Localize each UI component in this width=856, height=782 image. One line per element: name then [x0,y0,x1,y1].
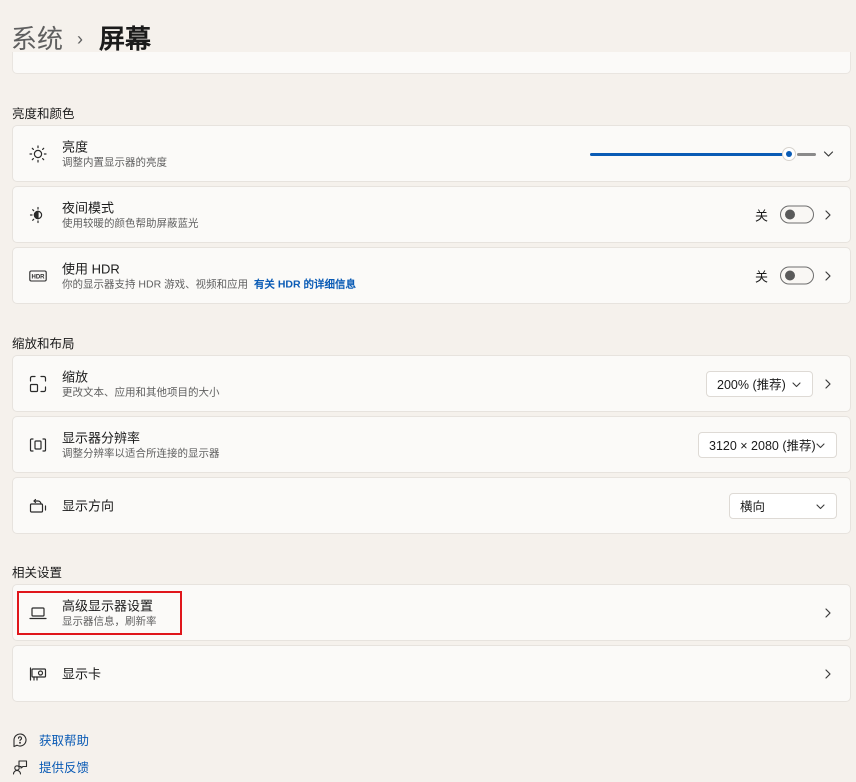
resolution-card: 显示器分辨率 调整分辨率以适合所连接的显示器 3120 × 2080 (推荐) [12,416,851,473]
resolution-icon [29,436,47,454]
help-icon [12,732,28,748]
graphics-card[interactable]: 显示卡 [12,645,851,702]
hdr-title: 使用 HDR [62,261,120,276]
brightness-card: 亮度 调整内置显示器的亮度 [12,125,851,182]
sun-icon [29,144,47,163]
scale-value: 200% (推荐) [717,378,786,392]
chevron-down-icon [792,380,801,389]
chevron-right-icon[interactable] [823,270,833,281]
hdr-toggle[interactable] [780,266,814,285]
brightness-title: 亮度 [62,139,89,154]
night-light-card[interactable]: 夜间模式 使用较暖的颜色帮助屏蔽蓝光 关 [12,186,851,243]
night-light-title: 夜间模式 [62,200,115,215]
hdr-subtitle-text: 你的显示器支持 HDR 游戏、视频和应用 [62,278,249,290]
orientation-dropdown[interactable]: 横向 [729,492,837,519]
chevron-right-icon[interactable] [823,668,833,679]
advanced-display-subtitle: 显示器信息，刷新率 [62,615,157,627]
orientation-icon [29,497,47,515]
orientation-card: 显示方向 横向 [12,477,851,534]
graphics-card-icon [29,665,47,683]
brightness-slider-track [797,152,816,156]
orientation-title: 显示方向 [62,498,115,513]
night-light-toggle[interactable] [780,205,814,224]
scale-icon [29,375,47,393]
breadcrumb-parent[interactable]: 系统 [11,22,63,56]
graphics-title: 显示卡 [62,666,102,681]
scale-title: 缩放 [62,369,89,384]
card-stub-top [12,52,851,74]
toggle-knob [785,209,795,220]
scale-dropdown[interactable]: 200% (推荐) [706,370,813,397]
hdr-icon: HDR [29,267,47,285]
night-light-subtitle: 使用较暖的颜色帮助屏蔽蓝光 [62,217,199,229]
chevron-down-icon[interactable] [823,148,834,159]
page-title: 屏幕 [99,24,152,54]
chevron-right-icon[interactable] [823,209,833,220]
get-help-label[interactable]: 获取帮助 [39,730,89,749]
section-title-brightness-color: 亮度和颜色 [12,107,75,121]
resolution-value: 3120 × 2080 (推荐) [709,439,816,453]
hdr-state: 关 [754,269,768,284]
brightness-slider[interactable] [590,146,816,161]
svg-text:HDR: HDR [32,274,46,280]
toggle-knob [785,270,795,281]
night-light-state: 关 [754,208,768,223]
chevron-right-icon[interactable] [823,607,833,618]
feedback-label[interactable]: 提供反馈 [39,757,89,776]
section-title-scale-layout: 缩放和布局 [12,337,75,351]
scale-card[interactable]: 缩放 更改文本、应用和其他项目的大小 200% (推荐) [12,355,851,412]
breadcrumb-separator: › [77,29,84,49]
hdr-card[interactable]: HDR 使用 HDR 你的显示器支持 HDR 游戏、视频和应用 有关 HDR 的… [12,247,851,304]
section-title-related: 相关设置 [12,566,63,580]
brightness-slider-thumb[interactable] [782,146,796,161]
orientation-value: 横向 [740,500,766,514]
laptop-icon [29,604,47,622]
hdr-info-link[interactable]: 有关 HDR 的详细信息 [254,278,356,290]
brightness-subtitle: 调整内置显示器的亮度 [62,156,167,168]
chevron-down-icon [816,441,825,450]
advanced-display-title: 高级显示器设置 [62,598,154,613]
brightness-slider-fill [590,152,783,156]
get-help-link[interactable]: 获取帮助 [12,730,89,749]
hdr-subtitle: 你的显示器支持 HDR 游戏、视频和应用 有关 HDR 的详细信息 [62,277,356,291]
scale-subtitle: 更改文本、应用和其他项目的大小 [62,386,220,398]
chevron-right-icon[interactable] [823,378,833,389]
chevron-down-icon [816,502,825,511]
feedback-icon [12,759,28,775]
resolution-dropdown[interactable]: 3120 × 2080 (推荐) [698,431,837,458]
breadcrumb: 系统 › 屏幕 [11,22,151,56]
resolution-title: 显示器分辨率 [62,430,141,445]
resolution-subtitle: 调整分辨率以适合所连接的显示器 [62,447,220,459]
feedback-link[interactable]: 提供反馈 [12,757,89,776]
night-light-icon [29,206,47,224]
advanced-display-card[interactable]: 高级显示器设置 显示器信息，刷新率 [12,584,851,641]
